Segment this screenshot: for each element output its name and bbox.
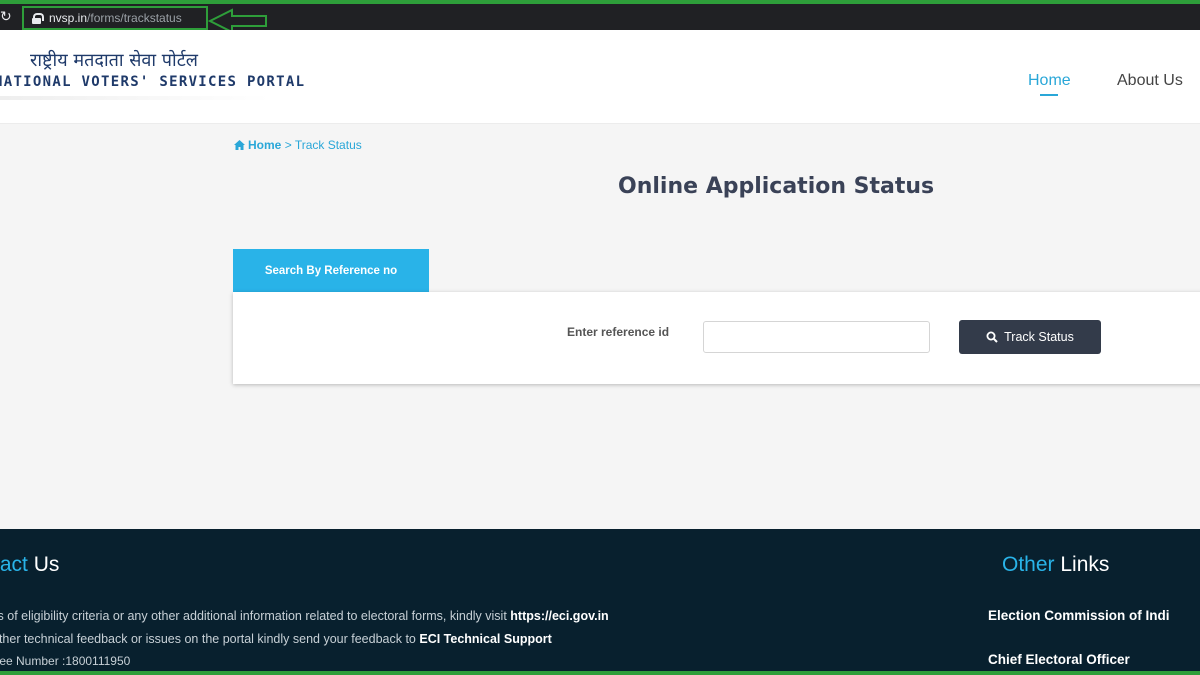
reload-icon[interactable]: ↻ [0, 8, 14, 26]
url-host: nvsp.in [49, 11, 88, 25]
footer-tollfree-text: free Number :1800111950 [0, 654, 131, 668]
site-footer: tact Us ils of eligibility criteria or a… [0, 529, 1200, 675]
contact-us-heading: tact Us [0, 553, 60, 576]
eci-website-link[interactable]: https://eci.gov.in [510, 609, 608, 623]
annotation-frame-top [0, 0, 1200, 4]
url-path: /forms/trackstatus [87, 11, 182, 25]
nav-home-link[interactable]: Home [1028, 72, 1071, 90]
tab-search-by-reference[interactable]: Search By Reference no [233, 249, 429, 292]
nav-about-link[interactable]: About Us [1117, 72, 1183, 90]
other-link-ceo[interactable]: Chief Electoral Officer [988, 652, 1130, 667]
reference-id-label: Enter reference id [567, 325, 670, 339]
address-field[interactable]: nvsp.in/forms/trackstatus [22, 6, 208, 30]
other-links-heading: Other Links [1002, 553, 1110, 576]
search-form-card: Enter reference id Track Status [233, 292, 1200, 384]
reference-id-input[interactable] [703, 321, 930, 353]
site-header: राष्ट्रीय मतदाता सेवा पोर्टल NATIONAL VO… [0, 30, 1200, 124]
brand-english-title: NATIONAL VOTERS' SERVICES PORTAL [0, 74, 306, 90]
footer-eligibility-text: ils of eligibility criteria or any other… [0, 609, 609, 623]
breadcrumb-home-link[interactable]: Home [248, 138, 281, 152]
brand-hindi-title: राष्ट्रीय मतदाता सेवा पोर्टल [30, 50, 198, 71]
page-title: Online Application Status [618, 174, 935, 199]
other-link-eci[interactable]: Election Commission of Indi [988, 608, 1170, 623]
breadcrumb-separator: > [284, 138, 292, 152]
browser-url-bar: ↻ nvsp.in/forms/trackstatus [0, 4, 1200, 34]
brand-divider [0, 96, 270, 100]
home-icon [234, 140, 245, 150]
track-status-button[interactable]: Track Status [959, 320, 1101, 354]
breadcrumb-current: Track Status [294, 138, 362, 152]
nav-active-indicator [1040, 94, 1058, 96]
breadcrumb: Home > Track Status [234, 138, 362, 152]
eci-technical-support-link[interactable]: ECI Technical Support [419, 632, 551, 646]
track-status-label: Track Status [1004, 330, 1074, 344]
annotation-frame-bottom [0, 671, 1200, 675]
footer-feedback-text: other technical feedback or issues on th… [0, 632, 552, 646]
search-icon [986, 331, 998, 343]
lock-icon [32, 12, 44, 24]
